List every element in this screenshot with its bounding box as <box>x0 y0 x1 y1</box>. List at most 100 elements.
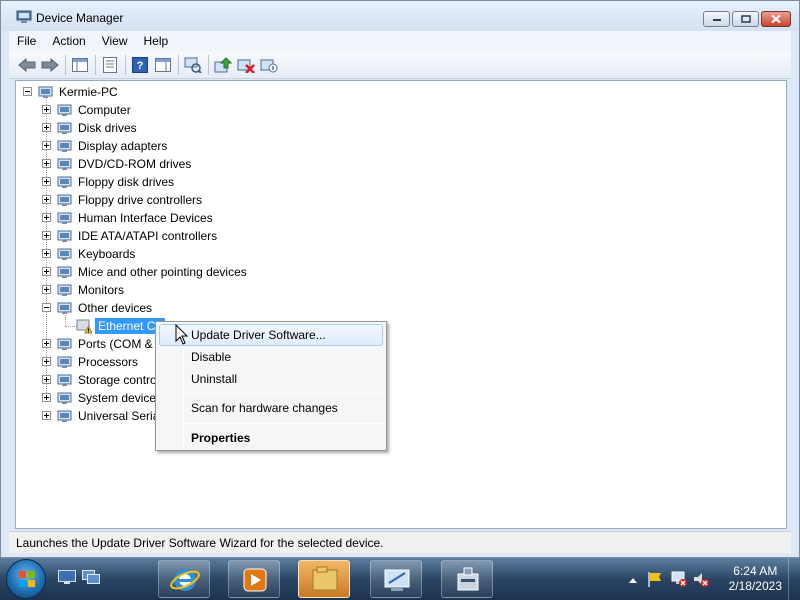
taskbar-device-manager[interactable] <box>441 560 493 598</box>
tree-item-disk-drives[interactable]: Disk drives <box>16 119 786 137</box>
tree-item-universal-serial[interactable]: Universal Serial <box>16 407 786 425</box>
tree-item-processors[interactable]: Processors <box>16 353 786 371</box>
expand-icon[interactable] <box>42 177 51 186</box>
expand-icon[interactable] <box>42 285 51 294</box>
menu-file[interactable]: File <box>9 31 44 51</box>
scan-hardware-button[interactable] <box>183 55 203 75</box>
console-tree-button[interactable] <box>70 55 90 75</box>
dvd-drive-icon <box>57 158 72 170</box>
tree-item-human-interface-devices[interactable]: Human Interface Devices <box>16 209 786 227</box>
tree-item-computer[interactable]: Computer <box>16 101 786 119</box>
uninstall-button[interactable] <box>236 55 256 75</box>
usb-icon-wrap <box>57 408 73 424</box>
expand-icon[interactable] <box>42 357 51 366</box>
expand-icon[interactable] <box>42 411 51 420</box>
show-hidden-icons-button[interactable] <box>628 573 638 587</box>
tree-root[interactable]: Kermie-PC <box>16 83 786 101</box>
tree-item-label: Display adapters <box>78 139 168 153</box>
expand-icon[interactable] <box>42 231 51 240</box>
mouse-cursor-icon <box>175 324 189 345</box>
menu-properties[interactable]: Properties <box>159 427 383 449</box>
tree-item-ports-com-[interactable]: Ports (COM & <box>16 335 786 353</box>
tray-network[interactable] <box>670 570 688 591</box>
clock-time: 6:24 AM <box>733 564 778 578</box>
update-driver-button[interactable] <box>213 55 233 75</box>
tree-item-ethernet-controller[interactable]: Ethernet Co <box>16 317 786 335</box>
menu-action[interactable]: Action <box>44 31 93 51</box>
show-desktop-button[interactable] <box>788 558 800 600</box>
tree-item-floppy-disk-drives[interactable]: Floppy disk drives <box>16 173 786 191</box>
monitor-icon-wrap <box>57 282 73 298</box>
tree-item-storage-contro[interactable]: Storage contro <box>16 371 786 389</box>
disable-button[interactable] <box>259 55 279 75</box>
storage-controller-icon <box>57 374 72 386</box>
close-button[interactable] <box>761 11 791 27</box>
expand-icon[interactable] <box>42 393 51 402</box>
unknown-device-warning-icon <box>76 319 93 334</box>
expand-icon[interactable] <box>42 195 51 204</box>
tree-item-label: Ports (COM & <box>78 337 153 351</box>
tree-item-ide-ata-atapi-controllers[interactable]: IDE ATA/ATAPI controllers <box>16 227 786 245</box>
title-bar[interactable]: Device Manager <box>1 1 799 31</box>
back-button[interactable] <box>17 55 37 75</box>
action-pane-button[interactable] <box>153 55 173 75</box>
system-devices-icon-wrap <box>57 390 73 406</box>
disk-drive-icon-wrap <box>57 120 73 136</box>
taskbar-internet-explorer[interactable] <box>158 560 210 598</box>
expand-icon[interactable] <box>42 141 51 150</box>
media-player-icon <box>243 568 267 592</box>
keyboard-icon <box>57 248 72 260</box>
tree-item-monitors[interactable]: Monitors <box>16 281 786 299</box>
clock-date: 2/18/2023 <box>728 579 782 593</box>
tray-volume[interactable] <box>692 570 710 591</box>
menu-scan-hardware-changes[interactable]: Scan for hardware changes <box>159 397 383 419</box>
status-bar: Launches the Update Driver Software Wiza… <box>9 531 791 553</box>
maximize-button[interactable] <box>732 11 759 27</box>
tree-item-display-adapters[interactable]: Display adapters <box>16 137 786 155</box>
tree-item-other-devices[interactable]: Other devices <box>16 299 786 317</box>
menu-help[interactable]: Help <box>136 31 177 51</box>
properties-button[interactable] <box>100 55 120 75</box>
help-button[interactable]: ? <box>130 55 150 75</box>
tree-item-keyboards[interactable]: Keyboards <box>16 245 786 263</box>
tree-item-mice-and-other-pointing-devices[interactable]: Mice and other pointing devices <box>16 263 786 281</box>
show-desktop-quicklaunch[interactable] <box>58 570 76 587</box>
menu-update-driver-software[interactable]: Update Driver Software... <box>159 324 383 346</box>
minimize-button[interactable] <box>703 11 730 27</box>
floppy-drive-icon-wrap <box>57 174 73 190</box>
tree-item-floppy-drive-controllers[interactable]: Floppy drive controllers <box>16 191 786 209</box>
tree-item-dvd-cd-rom-drives[interactable]: DVD/CD-ROM drives <box>16 155 786 173</box>
tray-action-center[interactable] <box>646 570 664 591</box>
expand-icon[interactable] <box>42 123 51 132</box>
switch-windows-quicklaunch[interactable] <box>82 570 100 587</box>
status-text: Launches the Update Driver Software Wiza… <box>16 536 384 550</box>
expand-icon[interactable] <box>42 249 51 258</box>
svg-text:?: ? <box>137 60 144 72</box>
expand-icon[interactable] <box>42 267 51 276</box>
display-adapter-icon-wrap <box>57 138 73 154</box>
tree-item-label: Universal Serial <box>78 409 163 423</box>
start-button[interactable] <box>6 559 46 599</box>
expand-icon[interactable] <box>42 375 51 384</box>
menu-view[interactable]: View <box>94 31 136 51</box>
expand-icon[interactable] <box>42 339 51 348</box>
expand-icon[interactable] <box>42 105 51 114</box>
context-menu-separator <box>186 393 383 394</box>
taskbar-control-panel[interactable] <box>370 560 422 598</box>
expand-icon[interactable] <box>42 159 51 168</box>
collapse-icon[interactable] <box>42 303 51 312</box>
storage-controller-icon-wrap <box>57 372 73 388</box>
menu-disable[interactable]: Disable <box>159 346 383 368</box>
taskbar-clock[interactable]: 6:24 AM 2/18/2023 <box>729 564 782 594</box>
tree-item-label: DVD/CD-ROM drives <box>78 157 192 171</box>
tree-item-label: Floppy disk drives <box>78 175 175 189</box>
menu-uninstall[interactable]: Uninstall <box>159 368 383 390</box>
tree-item-system-devices[interactable]: System devices <box>16 389 786 407</box>
taskbar-media-player[interactable] <box>228 560 280 598</box>
device-tree[interactable]: Kermie-PC Computer Disk drives Display adap… <box>15 80 787 529</box>
device-manager-window: Device Manager File Action View Help ? K… <box>0 0 800 558</box>
expand-icon[interactable] <box>42 213 51 222</box>
collapse-icon[interactable] <box>23 87 32 96</box>
taskbar-file-explorer[interactable] <box>298 560 350 598</box>
forward-button[interactable] <box>40 55 60 75</box>
